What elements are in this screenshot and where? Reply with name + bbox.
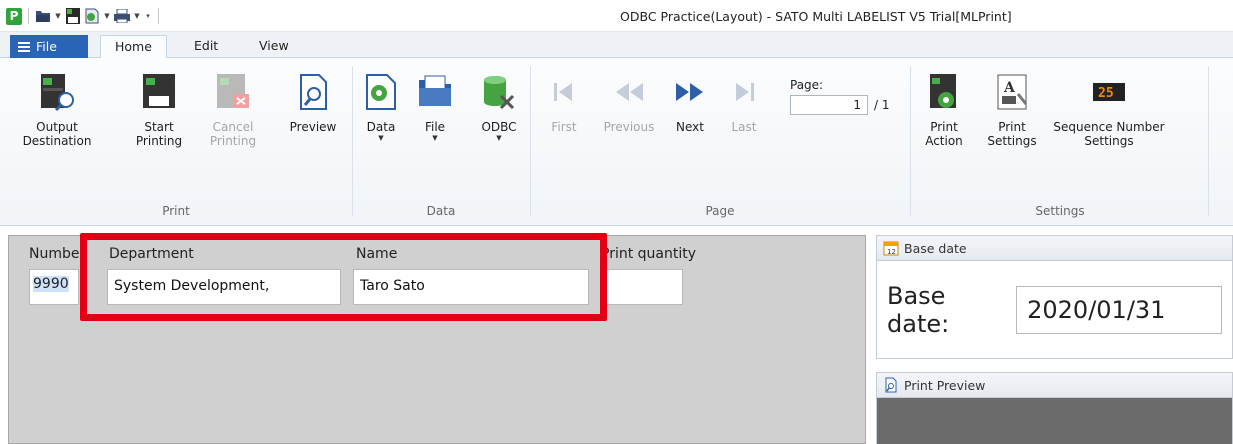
first-page-icon: [544, 72, 584, 112]
chevron-down-icon: ▼: [496, 134, 502, 142]
page-number-input[interactable]: 1: [790, 95, 868, 115]
print-icon[interactable]: [114, 8, 130, 24]
base-date-field[interactable]: 2020/01/31: [1016, 285, 1222, 334]
chevron-down-icon[interactable]: ▼: [133, 12, 141, 20]
group-separator: [352, 66, 353, 216]
print-preview-canvas: [876, 398, 1233, 444]
column-header-print-quantity: Print quantity: [601, 246, 697, 262]
next-page-icon: [670, 72, 710, 112]
printer-search-icon: [37, 72, 77, 112]
base-date-label: Base date:: [887, 281, 950, 338]
sequence-number-icon: 25: [1089, 72, 1129, 112]
svg-text:12: 12: [887, 248, 896, 256]
cancel-print-icon: [213, 72, 253, 112]
group-separator: [910, 66, 911, 216]
base-date-panel-header: 12 Base date: [876, 235, 1233, 261]
previous-page-button[interactable]: Previous: [596, 72, 662, 134]
customize-qat-icon[interactable]: ▾: [144, 12, 152, 20]
print-settings-icon: A: [992, 72, 1032, 112]
print-preview-panel-header: Print Preview: [876, 372, 1233, 398]
data-group-label: Data: [426, 204, 456, 218]
chevron-down-icon: ▼: [378, 134, 384, 142]
sequence-number-settings-button[interactable]: 25 Sequence Number Settings: [1050, 72, 1168, 148]
group-separator: [530, 66, 531, 216]
base-date-panel-body: Base date: 2020/01/31: [876, 261, 1233, 359]
preview-label: Preview: [289, 120, 337, 134]
ribbon: Output Destination Start Printing Cancel…: [0, 58, 1233, 226]
page-group-label: Page: [705, 204, 735, 218]
odbc-button[interactable]: ODBC ▼: [474, 72, 524, 142]
printer-icon: [139, 72, 179, 112]
title-bar: P ▼ ▼ ▼ ▾ ODBC Practice(Layout) - SATO M…: [0, 0, 1233, 32]
data-icon: [361, 72, 401, 112]
preview-icon: [293, 72, 333, 112]
print-preview-panel: Print Preview: [876, 372, 1233, 444]
file-button[interactable]: File ▼: [410, 72, 460, 142]
cancel-printing-label: Cancel Printing: [209, 120, 257, 148]
next-label: Next: [676, 120, 704, 134]
chevron-down-icon[interactable]: ▼: [103, 12, 111, 20]
tab-view[interactable]: View: [245, 35, 303, 59]
last-label: Last: [731, 120, 757, 134]
tab-home[interactable]: Home: [100, 35, 167, 59]
last-page-icon: [724, 72, 764, 112]
next-page-button[interactable]: Next: [668, 72, 712, 134]
print-preview-panel-title: Print Preview: [904, 377, 986, 393]
qat-separator: [158, 8, 159, 24]
ribbon-tab-strip: File Home Edit View: [0, 32, 1233, 59]
preview-icon: [885, 377, 897, 393]
layout-icon[interactable]: [65, 8, 81, 24]
output-destination-label: Output Destination: [22, 120, 92, 148]
print-action-button[interactable]: Print Action: [914, 72, 974, 148]
column-header-number: Number: [29, 246, 86, 262]
odbc-label: ODBC: [481, 120, 517, 134]
group-separator: [1208, 66, 1209, 216]
preview-button[interactable]: Preview: [276, 72, 350, 134]
chevron-down-icon: ▼: [432, 134, 438, 142]
page-total: / 1: [874, 98, 890, 112]
first-label: First: [551, 120, 577, 134]
output-destination-button[interactable]: Output Destination: [2, 72, 112, 148]
page-label: Page:: [790, 78, 824, 92]
print-settings-button[interactable]: A Print Settings: [980, 72, 1044, 148]
right-pane: 12 Base date Base date: 2020/01/31 Print…: [876, 235, 1233, 444]
data-button[interactable]: Data ▼: [356, 72, 406, 142]
data-label: Data: [366, 120, 396, 134]
print-group-label: Print: [162, 204, 190, 218]
database-icon: [479, 72, 519, 112]
data-icon[interactable]: [84, 8, 100, 24]
file-icon: [415, 72, 455, 112]
qat-separator: [28, 8, 29, 24]
base-date-panel-title: Base date: [904, 240, 967, 256]
print-action-label: Print Action: [925, 120, 963, 148]
chevron-down-icon[interactable]: ▼: [54, 12, 62, 20]
number-field[interactable]: 9990: [29, 269, 79, 305]
highlight-box: [80, 233, 607, 321]
sequence-display: 25: [1098, 86, 1114, 101]
last-page-button[interactable]: Last: [722, 72, 766, 134]
tab-file-label: File: [36, 39, 57, 54]
start-printing-label: Start Printing: [135, 120, 183, 148]
quick-access-toolbar: P ▼ ▼ ▼ ▾: [6, 7, 162, 25]
previous-label: Previous: [603, 120, 655, 134]
start-printing-button[interactable]: Start Printing: [122, 72, 196, 148]
app-icon: P: [6, 7, 22, 25]
first-page-button[interactable]: First: [542, 72, 586, 134]
svg-text:A: A: [1003, 80, 1016, 96]
calendar-icon: 12: [883, 241, 899, 256]
window-title: ODBC Practice(Layout) - SATO Multi LABEL…: [620, 9, 1012, 24]
menu-icon: [18, 41, 30, 52]
settings-group-label: Settings: [1035, 204, 1085, 218]
file-label: File: [424, 120, 446, 134]
print-settings-label: Print Settings: [987, 120, 1037, 148]
open-folder-icon[interactable]: [35, 8, 51, 24]
tab-file[interactable]: File: [10, 35, 88, 58]
print-action-icon: [924, 72, 964, 112]
previous-page-icon: [609, 72, 649, 112]
tab-edit[interactable]: Edit: [180, 35, 232, 59]
print-quantity-field[interactable]: [601, 269, 683, 305]
number-value: 9990: [33, 276, 69, 292]
sequence-number-settings-label: Sequence Number Settings: [1053, 120, 1165, 148]
cancel-printing-button[interactable]: Cancel Printing: [196, 72, 270, 148]
